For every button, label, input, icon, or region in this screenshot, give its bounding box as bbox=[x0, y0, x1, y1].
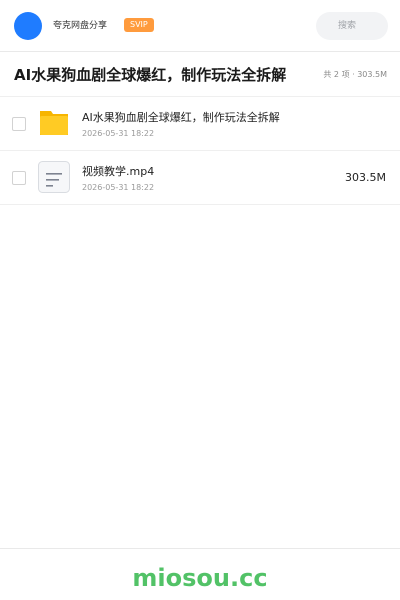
file-date: 2026-05-31 18:22 bbox=[82, 183, 155, 192]
search-input[interactable]: 搜索 bbox=[316, 12, 388, 40]
share-meta: 共 2 项 · 303.5M bbox=[323, 70, 387, 79]
share-page: 夸克网盘分享 SVIP 搜索 AI水果狗血剧全球爆红，制作玩法全拆解 共 2 项… bbox=[0, 0, 400, 600]
folder-icon bbox=[40, 111, 68, 135]
file-name[interactable]: AI水果狗血剧全球爆红，制作玩法全拆解 bbox=[82, 111, 280, 125]
watermark: miosou.cc bbox=[132, 564, 268, 592]
share-source-label: 夸克网盘分享 bbox=[53, 21, 108, 31]
file-row[interactable]: 视频教学.mp4 2026-05-31 18:22 303.5M bbox=[0, 151, 400, 205]
footer-bar: miosou.cc bbox=[0, 548, 400, 600]
svip-badge: SVIP bbox=[124, 18, 154, 32]
page-title: AI水果狗血剧全球爆红，制作玩法全拆解 bbox=[14, 66, 287, 84]
document-icon bbox=[38, 161, 70, 193]
file-name[interactable]: 视频教学.mp4 bbox=[82, 165, 154, 179]
file-row[interactable]: AI水果狗血剧全球爆红，制作玩法全拆解 2026-05-31 18:22 bbox=[0, 97, 400, 151]
share-title-row: AI水果狗血剧全球爆红，制作玩法全拆解 共 2 项 · 303.5M bbox=[0, 53, 400, 97]
search-placeholder: 搜索 bbox=[338, 21, 357, 31]
header-bar: 夸克网盘分享 SVIP 搜索 bbox=[0, 0, 400, 52]
file-checkbox[interactable] bbox=[12, 117, 26, 131]
avatar[interactable] bbox=[14, 12, 42, 40]
file-date: 2026-05-31 18:22 bbox=[82, 129, 155, 138]
file-size: 303.5M bbox=[345, 171, 386, 184]
file-checkbox[interactable] bbox=[12, 171, 26, 185]
